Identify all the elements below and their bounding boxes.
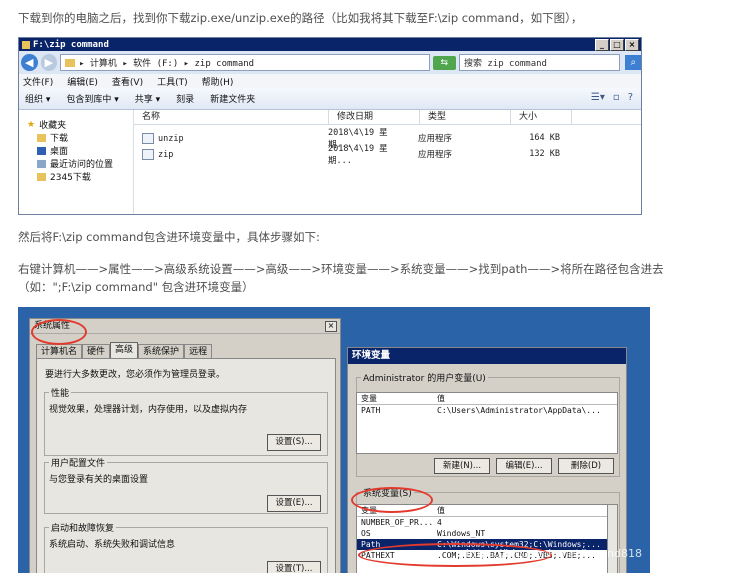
refresh-button[interactable]: ⇆ bbox=[432, 55, 456, 70]
user-profiles-group: 用户配置文件 与您登录有关的桌面设置 设置(E)... bbox=[44, 456, 328, 514]
admin-note: 要进行大多数更改，您必须作为管理员登录。 bbox=[45, 370, 226, 380]
nav-favorites[interactable]: ★ 收藏夹 bbox=[19, 118, 133, 132]
folder-icon bbox=[22, 40, 30, 49]
user-profiles-desc: 与您登录有关的桌面设置 bbox=[49, 475, 149, 485]
steps-line-1: 右键计算机——>属性——>高级系统设置——>高级——>环境变量——>系统变量——… bbox=[18, 262, 664, 276]
nav-item-downloads[interactable]: 下载 bbox=[19, 131, 133, 144]
col-name[interactable]: 名称 bbox=[134, 110, 329, 124]
file-row[interactable]: zip 2018\4\19 星期... 应用程序 132 KB bbox=[134, 144, 641, 166]
nav-item-desktop[interactable]: 桌面 bbox=[19, 144, 133, 157]
forward-arrow-icon[interactable]: ▶ bbox=[40, 54, 58, 71]
table-row[interactable]: PATH C:\Users\Administrator\AppData\... bbox=[357, 405, 617, 416]
environment-variables-screenshot: 系统属性 × 计算机名 硬件 高级 系统保护 远程 要进行大多数更改，您必须作为… bbox=[18, 307, 650, 573]
navigation-pane: ★ 收藏夹 下载 桌面 最近访问的位置 2345下载 bbox=[19, 110, 134, 214]
exe-file-icon bbox=[142, 132, 154, 144]
col-value: 值 bbox=[437, 394, 445, 403]
share-button[interactable]: 共享 ▾ bbox=[135, 92, 160, 105]
explorer-window-screenshot: F:\zip command _ □ × ◀ ▶ ▸ 计算机 ▸ 软件 (F:)… bbox=[18, 37, 642, 215]
performance-settings-button[interactable]: 设置(S)... bbox=[267, 434, 321, 451]
new-folder-button[interactable]: 新建文件夹 bbox=[210, 92, 255, 105]
advanced-tab-panel: 要进行大多数更改，您必须作为管理员登录。 性能 视觉效果，处理器计划，内存使用，… bbox=[36, 358, 336, 573]
env-title: 环境变量 bbox=[348, 348, 626, 364]
include-in-library-button[interactable]: 包含到库中 ▾ bbox=[66, 92, 118, 105]
col-type[interactable]: 类型 bbox=[420, 110, 511, 124]
tab-advanced[interactable]: 高级 bbox=[110, 342, 139, 359]
tab-system-protection[interactable]: 系统保护 bbox=[138, 344, 185, 359]
nav-item-2345-downloads[interactable]: 2345下载 bbox=[19, 170, 133, 183]
help-icon[interactable]: ? bbox=[628, 92, 633, 103]
delete-button[interactable]: 删除(D) bbox=[558, 458, 614, 474]
file-list: 名称 修改日期 类型 大小 unzip 2018\4\19 星期... 应用程序… bbox=[134, 110, 641, 214]
menu-bar: 文件(F) 编辑(E) 查看(V) 工具(T) 帮助(H) bbox=[19, 74, 641, 88]
folder-icon bbox=[37, 172, 46, 181]
watermark: https://blog.csdn.net/legend818 bbox=[465, 547, 642, 560]
folder-icon bbox=[37, 133, 46, 142]
close-button[interactable]: × bbox=[625, 39, 639, 51]
star-icon: ★ bbox=[27, 119, 36, 130]
close-icon[interactable]: × bbox=[325, 321, 337, 332]
burn-button[interactable]: 刻录 bbox=[176, 92, 194, 105]
startup-recovery-settings-button[interactable]: 设置(T)... bbox=[267, 561, 321, 573]
startup-recovery-desc: 系统启动、系统失败和调试信息 bbox=[49, 540, 176, 550]
command-bar: 组织 ▾ 包含到库中 ▾ 共享 ▾ 刻录 新建文件夹 ☰▾ ▫ ? bbox=[19, 88, 641, 110]
annotation-circle-system-vars bbox=[351, 487, 433, 513]
tab-strip: 计算机名 硬件 高级 系统保护 远程 bbox=[36, 342, 213, 359]
system-properties-window: 系统属性 × 计算机名 硬件 高级 系统保护 远程 要进行大多数更改，您必须作为… bbox=[29, 318, 341, 573]
view-options-icon[interactable]: ☰▾ bbox=[591, 92, 605, 103]
preview-pane-icon[interactable]: ▫ bbox=[613, 92, 620, 103]
user-profiles-settings-button[interactable]: 设置(E)... bbox=[267, 495, 321, 512]
desktop-icon bbox=[37, 146, 46, 155]
back-arrow-icon[interactable]: ◀ bbox=[21, 54, 38, 71]
tab-computer-name[interactable]: 计算机名 bbox=[36, 344, 83, 359]
intro-paragraph: 下载到你的电脑之后，找到你下载zip.exe/unzip.exe的路径（比如我将… bbox=[18, 11, 583, 25]
maximize-button[interactable]: □ bbox=[610, 39, 624, 51]
table-row[interactable]: OS Windows_NT bbox=[357, 528, 607, 539]
folder-icon bbox=[65, 58, 76, 67]
user-variables-label: Administrator 的用户变量(U) bbox=[361, 371, 488, 384]
annotation-circle-title bbox=[31, 319, 87, 345]
address-input[interactable]: ▸ 计算机 ▸ 软件 (F:) ▸ zip command bbox=[60, 54, 430, 71]
user-profiles-label: 用户配置文件 bbox=[49, 456, 108, 469]
environment-variables-window: 环境变量 Administrator 的用户变量(U) 变量 值 PATH C:\U… bbox=[347, 347, 627, 573]
exe-file-icon bbox=[142, 148, 154, 160]
recent-places-icon bbox=[37, 159, 46, 168]
performance-label: 性能 bbox=[49, 386, 72, 399]
col-size[interactable]: 大小 bbox=[511, 110, 572, 124]
performance-group: 性能 视觉效果，处理器计划，内存使用，以及虚拟内存 设置(S)... bbox=[44, 386, 328, 456]
menu-file[interactable]: 文件(F) bbox=[23, 75, 53, 88]
col-variable: 变量 bbox=[361, 394, 377, 403]
performance-desc: 视觉效果，处理器计划，内存使用，以及虚拟内存 bbox=[49, 405, 248, 415]
menu-view[interactable]: 查看(V) bbox=[112, 75, 143, 88]
startup-recovery-group: 启动和故障恢复 系统启动、系统失败和调试信息 设置(T)... bbox=[44, 521, 328, 573]
menu-help[interactable]: 帮助(H) bbox=[202, 75, 234, 88]
nav-item-recent[interactable]: 最近访问的位置 bbox=[19, 157, 133, 170]
explorer-title-bar: F:\zip command _ □ × bbox=[19, 38, 641, 51]
step-intro-paragraph: 然后将F:\zip command包含进环境变量中，具体步骤如下: bbox=[18, 230, 320, 244]
scrollbar[interactable] bbox=[607, 504, 618, 573]
breadcrumb: ▸ 计算机 ▸ 软件 (F:) ▸ zip command bbox=[79, 59, 255, 69]
file-list-header: 名称 修改日期 类型 大小 bbox=[134, 110, 641, 125]
menu-edit[interactable]: 编辑(E) bbox=[67, 75, 98, 88]
new-button[interactable]: 新建(N)... bbox=[434, 458, 490, 474]
menu-tools[interactable]: 工具(T) bbox=[157, 75, 188, 88]
edit-button[interactable]: 编辑(E)... bbox=[496, 458, 552, 474]
search-input[interactable]: 搜索 zip command bbox=[458, 54, 621, 71]
explorer-title: F:\zip command bbox=[33, 39, 109, 50]
steps-line-2: （如：";F:\zip command" 包含进环境变量） bbox=[18, 280, 254, 294]
organize-button[interactable]: 组织 ▾ bbox=[25, 92, 50, 105]
col-modified[interactable]: 修改日期 bbox=[329, 110, 420, 124]
tab-remote[interactable]: 远程 bbox=[184, 344, 213, 359]
minimize-button[interactable]: _ bbox=[595, 39, 609, 51]
startup-recovery-label: 启动和故障恢复 bbox=[49, 521, 117, 534]
search-icon[interactable]: ⌕ bbox=[625, 55, 641, 70]
table-row[interactable]: NUMBER_OF_PR... 4 bbox=[357, 517, 607, 528]
user-variables-table[interactable]: 变量 值 PATH C:\Users\Administrator\AppData\.… bbox=[356, 392, 618, 454]
tab-hardware[interactable]: 硬件 bbox=[82, 344, 111, 359]
address-bar-row: ◀ ▶ ▸ 计算机 ▸ 软件 (F:) ▸ zip command ⇆ 搜索 z… bbox=[19, 51, 641, 74]
